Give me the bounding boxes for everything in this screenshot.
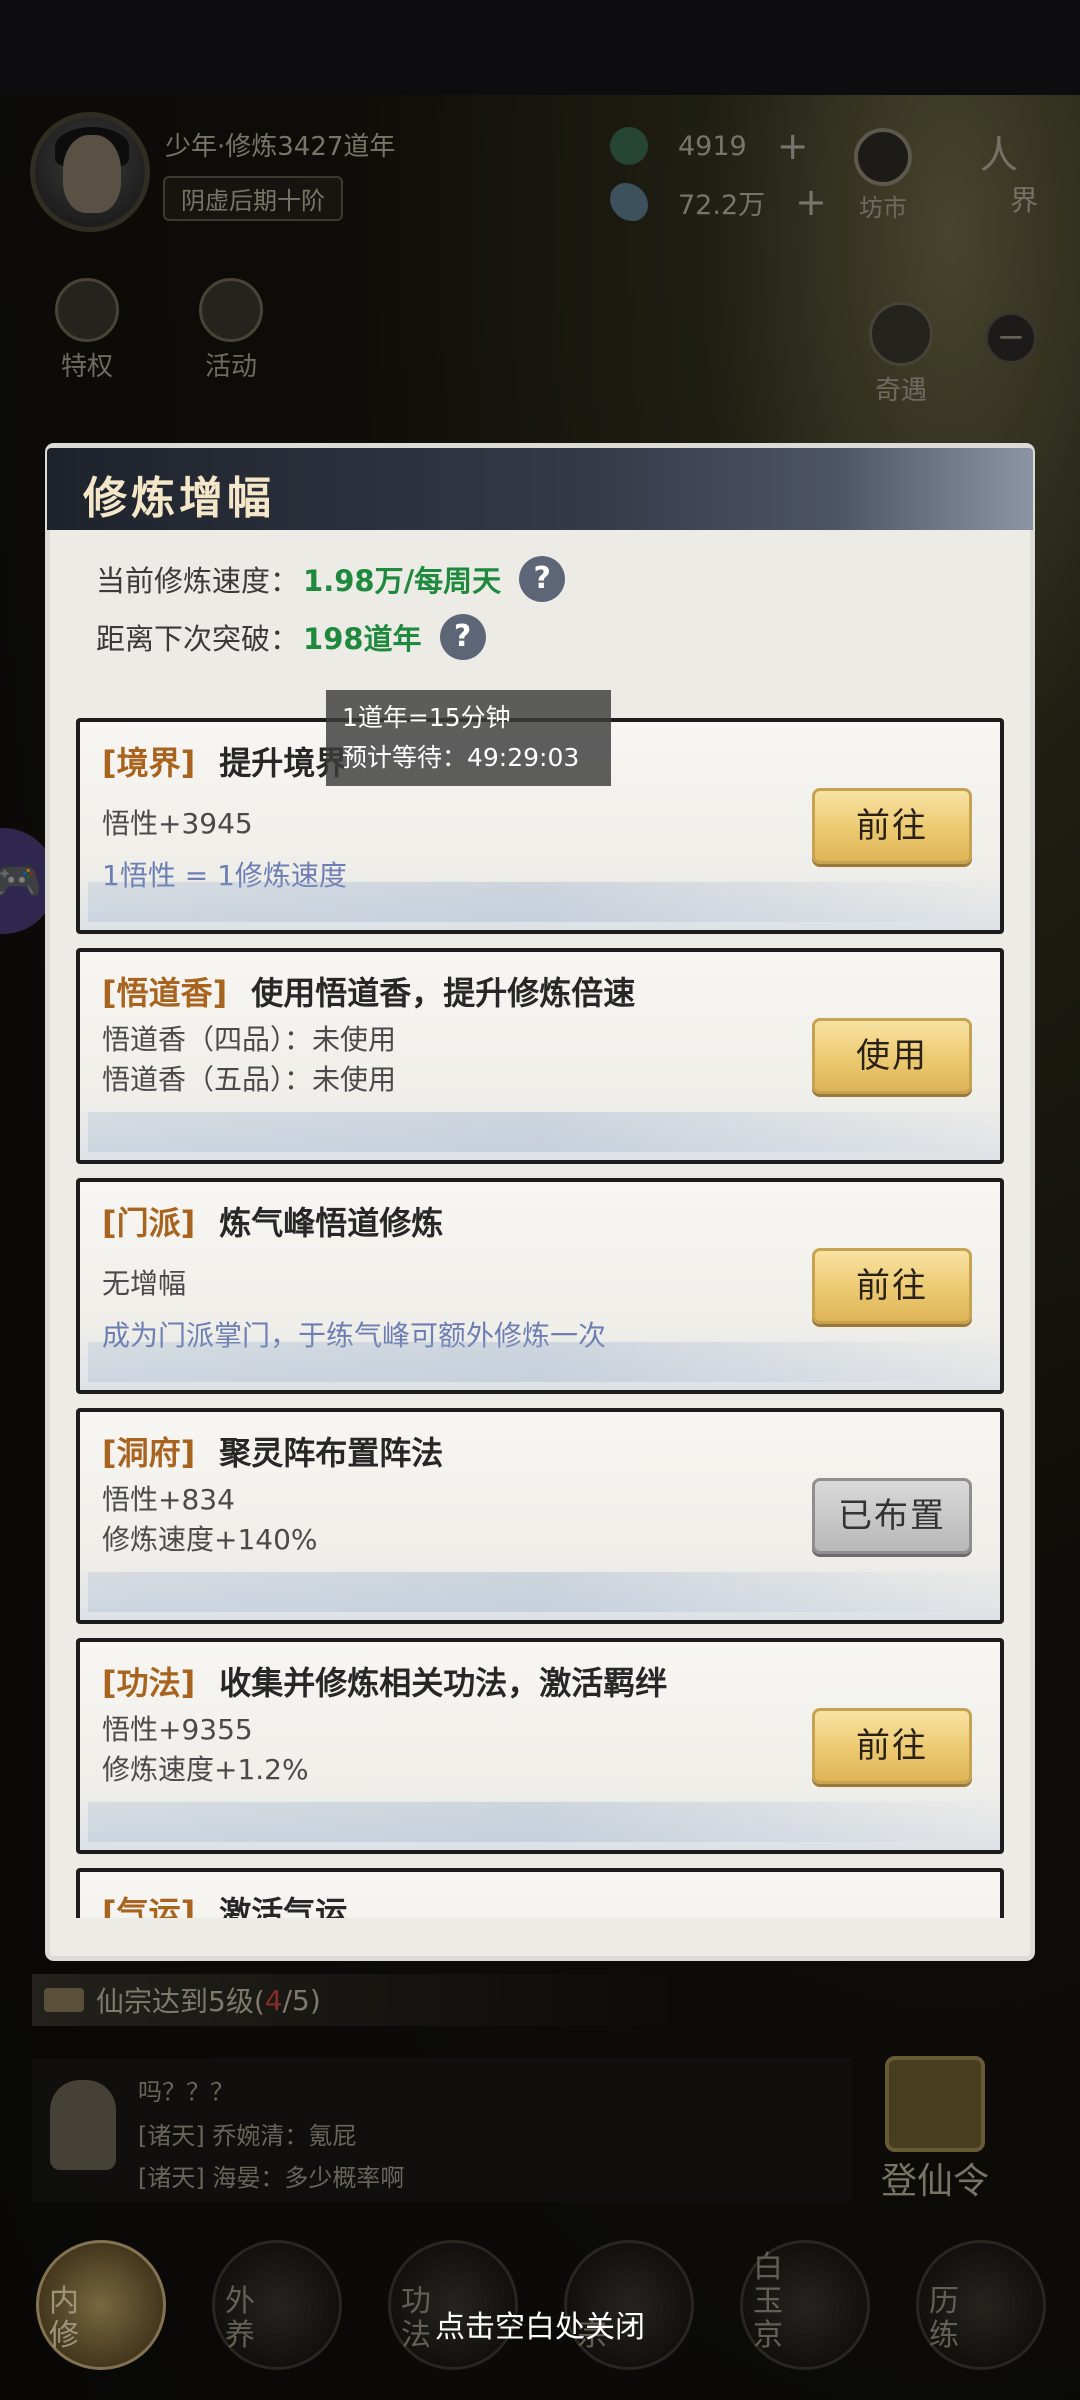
goto-button[interactable]: 前往 [812,1248,972,1324]
card-tag: [悟道香] [102,974,228,1012]
card-line: 悟性+834 [102,1483,235,1516]
card-title: 使用悟道香，提升修炼倍速 [251,974,636,1012]
current-speed-row: 当前修炼速度： 1.98万/每周天 ? [96,556,566,602]
breakthrough-value: 198道年 [303,622,422,656]
boost-card-sect: [门派] 炼气峰悟道修炼 无增幅 成为门派掌门，于练气峰可额外修炼一次 前往 [76,1178,1004,1394]
card-line: 修炼速度+1.2% [102,1753,309,1786]
close-hint[interactable]: 点击空白处关闭 [0,2302,1080,2346]
modal-title: 修炼增幅 [83,473,275,524]
card-tag: [门派] [102,1204,196,1242]
card-line: 悟性+9355 [102,1713,253,1746]
goto-button[interactable]: 前往 [812,788,972,864]
card-tag: [气运] [102,1894,196,1918]
boost-card-incense: [悟道香] 使用悟道香，提升修炼倍速 悟道香（四品）：未使用 悟道香（五品）：未使… [76,948,1004,1164]
card-line: 无增幅 [102,1267,187,1300]
card-title: 聚灵阵布置阵法 [219,1434,444,1472]
card-title: 收集并修炼相关功法，激活羁绊 [219,1664,668,1702]
tooltip-line: 1道年=15分钟 [342,703,511,732]
boost-card-technique: [功法] 收集并修炼相关功法，激活羁绊 悟性+9355 修炼速度+1.2% 前往 [76,1638,1004,1854]
card-line: 成为门派掌门，于练气峰可额外修炼一次 [102,1319,607,1352]
card-line: 悟道香（四品）：未使用 [102,1023,397,1056]
card-title: 炼气峰悟道修炼 [219,1204,444,1242]
deployed-button[interactable]: 已布置 [812,1478,972,1554]
card-tag: [洞府] [102,1434,196,1472]
card-line: 1悟性 = 1修炼速度 [102,859,347,892]
boost-card-fortune: [气运] 激活气运 [76,1868,1004,1918]
boost-card-cave: [洞府] 聚灵阵布置阵法 悟性+834 修炼速度+140% 已布置 [76,1408,1004,1624]
card-line: 修炼速度+140% [102,1523,318,1556]
tooltip-line: 预计等待：49:29:03 [342,743,580,772]
speed-help-icon[interactable]: ? [519,556,566,602]
goto-button[interactable]: 前往 [812,1708,972,1784]
card-line: 悟性+3945 [102,807,253,840]
breakthrough-label: 距离下次突破： [96,622,300,656]
card-tag: [境界] [102,744,196,782]
card-title: 激活气运 [219,1894,348,1918]
speed-value: 1.98万/每周天 [303,564,502,598]
use-button[interactable]: 使用 [812,1018,972,1094]
cultivation-boost-modal: 修炼增幅 当前修炼速度： 1.98万/每周天 ? 距离下次突破： 198道年 ?… [47,448,1033,1956]
card-line: 悟道香（五品）：未使用 [102,1063,397,1096]
card-tag: [功法] [102,1664,196,1702]
breakthrough-help-icon[interactable]: ? [439,614,486,660]
boost-card-list[interactable]: [境界] 提升境界 悟性+3945 1悟性 = 1修炼速度 前往 [悟道香] 使用悟… [76,718,1004,1918]
speed-label: 当前修炼速度： [96,564,300,598]
modal-header: 修炼增幅 [47,448,1033,530]
breakthrough-row: 距离下次突破： 198道年 ? [96,614,486,660]
breakthrough-tooltip: 1道年=15分钟 预计等待：49:29:03 [326,690,611,786]
